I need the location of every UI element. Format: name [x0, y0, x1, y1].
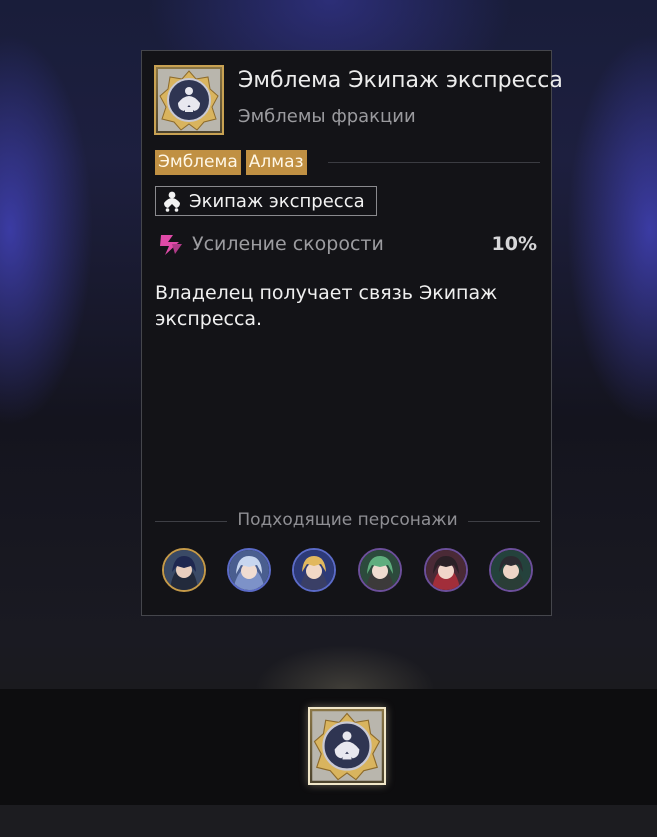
faction-chip[interactable]: Экипаж экспресса	[155, 186, 377, 216]
divider	[328, 162, 540, 163]
character-portrait-icon[interactable]	[227, 548, 271, 592]
character-portrait-icon[interactable]	[424, 548, 468, 592]
express-crew-emblem-icon	[312, 711, 382, 781]
tag-list: Эмблема Алмаз	[155, 150, 307, 175]
suitable-characters-header: Подходящие персонажи	[155, 510, 540, 532]
item-title: Эмблема Экипаж экспресса	[238, 68, 563, 93]
stat-row: Усиление скорости 10%	[159, 231, 537, 259]
item-tooltip-card: Эмблема Экипаж экспресса Эмблемы фракции…	[141, 50, 563, 616]
stat-name: Усиление скорости	[192, 233, 384, 255]
selected-emblem-slot[interactable]	[308, 707, 386, 785]
suitable-characters-list	[162, 548, 534, 594]
item-category: Эмблемы фракции	[238, 106, 416, 127]
character-portrait-icon[interactable]	[292, 548, 336, 592]
bottom-strip	[0, 805, 657, 837]
tag-type: Эмблема	[155, 150, 241, 175]
character-portrait-icon[interactable]	[358, 548, 402, 592]
speed-boost-icon	[160, 235, 182, 255]
item-description: Владелец получает связь Экипаж экспресса…	[155, 282, 498, 330]
suitable-characters-title: Подходящие персонажи	[227, 510, 468, 530]
stat-value: 10%	[491, 233, 537, 255]
express-crew-emblem-icon	[154, 65, 224, 135]
character-portrait-icon[interactable]	[162, 548, 206, 592]
express-crew-icon	[164, 191, 180, 212]
tag-rarity: Алмаз	[245, 150, 307, 175]
character-portrait-icon[interactable]	[489, 548, 533, 592]
faction-label: Экипаж экспресса	[189, 190, 365, 212]
